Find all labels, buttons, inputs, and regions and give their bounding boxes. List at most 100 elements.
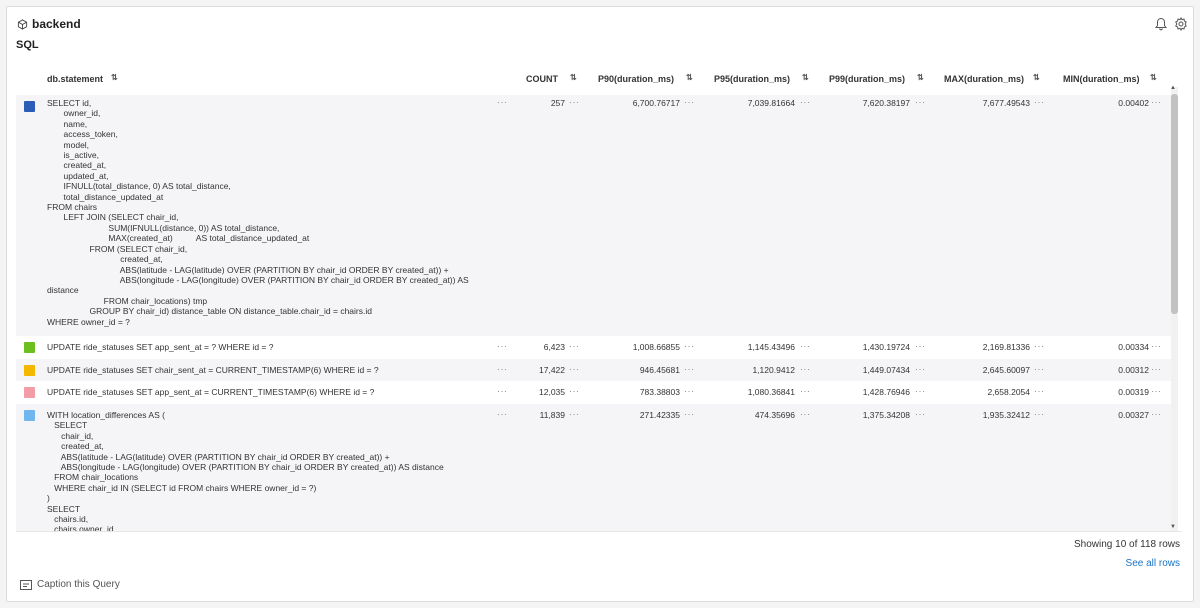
table-row[interactable]: UPDATE ride_statuses SET app_sent_at = C…	[16, 381, 1171, 404]
p95-value: 474.35696	[754, 410, 795, 420]
count-value: 11,839	[539, 410, 565, 420]
p95-value: 1,120.9412	[752, 365, 795, 375]
p90-value: 946.45681	[639, 365, 680, 375]
count-value: 12,035	[539, 387, 565, 397]
series-color-swatch	[24, 387, 35, 398]
more-icon[interactable]: ···	[569, 364, 580, 374]
series-color-swatch	[24, 342, 35, 353]
count-value: 17,422	[539, 365, 565, 375]
max-value: 2,658.2054	[987, 387, 1030, 397]
p99-value: 1,430.19724	[862, 342, 910, 352]
sort-icon[interactable]: ⇅	[570, 74, 577, 82]
statement-text: UPDATE ride_statuses SET chair_sent_at =…	[47, 365, 379, 375]
sort-icon[interactable]: ⇅	[1150, 74, 1157, 82]
sort-icon[interactable]: ⇅	[1033, 74, 1040, 82]
min-value: 0.00334	[1118, 342, 1149, 352]
more-icon[interactable]: ···	[497, 364, 508, 374]
more-icon[interactable]: ···	[497, 341, 508, 351]
more-icon[interactable]: ···	[800, 341, 811, 351]
caption-icon	[20, 579, 32, 590]
panel-title: backend	[17, 17, 81, 31]
column-header-min[interactable]: MIN(duration_ms) ⇅	[1063, 74, 1157, 85]
column-header-p95[interactable]: P95(duration_ms) ⇅	[714, 74, 809, 85]
more-icon[interactable]: ···	[569, 341, 580, 351]
column-header-p99[interactable]: P99(duration_ms) ⇅	[829, 74, 924, 85]
more-icon[interactable]: ···	[497, 409, 508, 419]
more-icon[interactable]: ···	[1034, 409, 1045, 419]
more-icon[interactable]: ···	[915, 409, 926, 419]
more-icon[interactable]: ···	[1151, 409, 1162, 419]
max-value: 2,169.81336	[982, 342, 1030, 352]
more-icon[interactable]: ···	[1151, 341, 1162, 351]
more-icon[interactable]: ···	[915, 364, 926, 374]
statement-text: UPDATE ride_statuses SET app_sent_at = C…	[47, 387, 375, 397]
series-color-swatch	[24, 101, 35, 112]
more-icon[interactable]: ···	[1034, 386, 1045, 396]
series-color-swatch	[24, 410, 35, 421]
p99-value: 1,428.76946	[862, 387, 910, 397]
query-panel: backend SQL db.statement ⇅ COUNT ⇅ P90(dur…	[6, 6, 1194, 602]
min-value: 0.00312	[1118, 365, 1149, 375]
more-icon[interactable]: ···	[569, 386, 580, 396]
p90-value: 271.42335	[639, 410, 680, 420]
more-icon[interactable]: ···	[569, 409, 580, 419]
sort-icon[interactable]: ⇅	[802, 74, 809, 82]
min-value: 0.00319	[1118, 387, 1149, 397]
caption-query-button[interactable]: Caption this Query	[20, 579, 120, 590]
more-icon[interactable]: ···	[1151, 364, 1162, 374]
column-header-count[interactable]: COUNT ⇅	[526, 74, 577, 85]
p95-value: 1,080.36841	[747, 387, 795, 397]
more-icon[interactable]: ···	[800, 364, 811, 374]
more-icon[interactable]: ···	[1151, 386, 1162, 396]
sort-icon[interactable]: ⇅	[686, 74, 693, 82]
scrollbar-thumb[interactable]	[1171, 94, 1178, 314]
scroll-up-icon[interactable]: ▲	[1170, 85, 1176, 91]
more-icon[interactable]: ···	[684, 97, 695, 107]
more-icon[interactable]: ···	[497, 97, 508, 107]
more-icon[interactable]: ···	[915, 97, 926, 107]
table-row[interactable]: WITH location_differences AS ( SELECT ch…	[16, 404, 1171, 531]
cube-icon	[17, 18, 28, 30]
gear-icon[interactable]	[1173, 16, 1189, 32]
more-icon[interactable]: ···	[684, 409, 695, 419]
more-icon[interactable]: ···	[684, 364, 695, 374]
caption-label: Caption this Query	[37, 579, 120, 590]
p90-value: 1,008.66855	[632, 342, 680, 352]
more-icon[interactable]: ···	[497, 386, 508, 396]
column-header-max[interactable]: MAX(duration_ms) ⇅	[944, 74, 1040, 85]
p90-value: 783.38803	[639, 387, 680, 397]
table-row[interactable]: UPDATE ride_statuses SET chair_sent_at =…	[16, 359, 1171, 381]
more-icon[interactable]: ···	[1034, 97, 1045, 107]
count-value: 6,423	[543, 342, 565, 352]
more-icon[interactable]: ···	[684, 341, 695, 351]
more-icon[interactable]: ···	[569, 97, 580, 107]
table-scrollbar[interactable]: ▲ ▼	[1169, 85, 1179, 532]
series-color-swatch	[24, 365, 35, 376]
bell-icon[interactable]	[1153, 16, 1169, 32]
more-icon[interactable]: ···	[800, 97, 811, 107]
scroll-down-icon[interactable]: ▼	[1170, 524, 1176, 530]
more-icon[interactable]: ···	[800, 386, 811, 396]
see-all-rows-link[interactable]: See all rows	[1126, 558, 1180, 569]
more-icon[interactable]: ···	[1034, 341, 1045, 351]
sort-icon[interactable]: ⇅	[917, 74, 924, 82]
table-row[interactable]: SELECT id, owner_id, name, access_token,…	[16, 95, 1171, 336]
table-row[interactable]: UPDATE ride_statuses SET app_sent_at = ?…	[16, 336, 1171, 359]
p99-value: 1,375.34208	[862, 410, 910, 420]
more-icon[interactable]: ···	[800, 409, 811, 419]
statement-text: UPDATE ride_statuses SET app_sent_at = ?…	[47, 342, 274, 352]
table-header: db.statement ⇅ COUNT ⇅ P90(duration_ms) ⇅ P…	[16, 71, 1182, 89]
column-header-statement[interactable]: db.statement ⇅	[47, 74, 118, 85]
max-value: 2,645.60097	[982, 365, 1030, 375]
sort-icon[interactable]: ⇅	[111, 74, 118, 82]
divider	[16, 531, 1182, 532]
more-icon[interactable]: ···	[915, 341, 926, 351]
max-value: 1,935.32412	[982, 410, 1030, 420]
p90-value: 6,700.76717	[632, 98, 680, 108]
more-icon[interactable]: ···	[1151, 97, 1162, 107]
more-icon[interactable]: ···	[684, 386, 695, 396]
column-header-p90[interactable]: P90(duration_ms) ⇅	[598, 74, 693, 85]
more-icon[interactable]: ···	[1034, 364, 1045, 374]
more-icon[interactable]: ···	[915, 386, 926, 396]
table-body: SELECT id, owner_id, name, access_token,…	[16, 89, 1171, 531]
